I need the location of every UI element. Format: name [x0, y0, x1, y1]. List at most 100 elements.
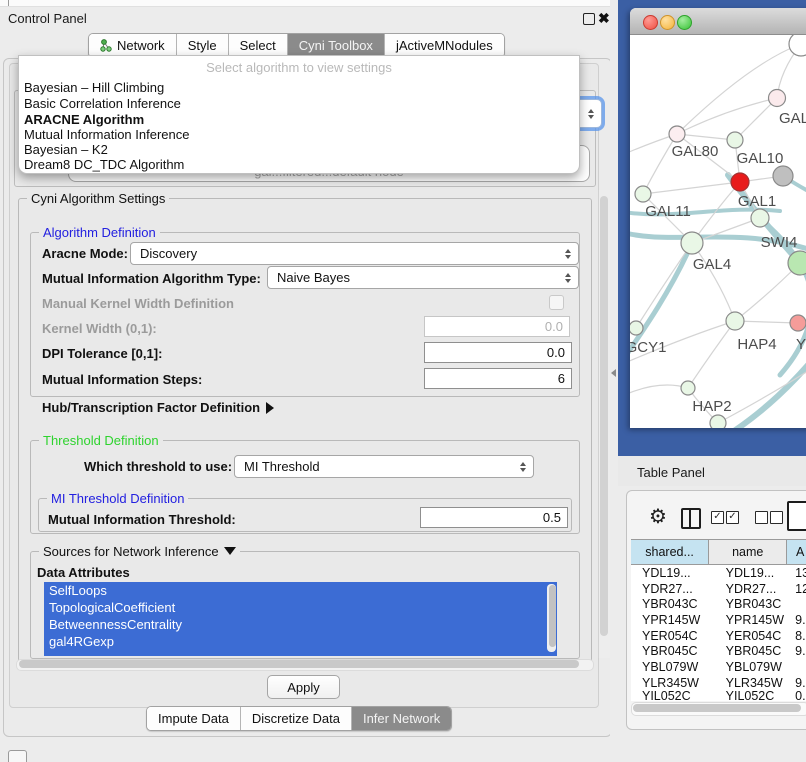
table-row[interactable]: YBR045CYBR045C9.: [631, 643, 806, 659]
tab-style[interactable]: Style: [177, 34, 229, 57]
network-node[interactable]: [681, 232, 703, 254]
combo-stepper-icon: [565, 273, 571, 283]
table-row[interactable]: YLR345WYLR345W9.: [631, 675, 806, 691]
aracne-mode-combobox[interactable]: Discovery: [130, 242, 579, 265]
import-table-icon[interactable]: [787, 501, 806, 531]
cell: YER054C: [631, 628, 712, 644]
network-node[interactable]: [726, 312, 744, 330]
which-threshold-label: Which threshold to use:: [84, 459, 232, 474]
network-node[interactable]: [751, 209, 769, 227]
which-threshold-value: MI Threshold: [244, 459, 320, 474]
unchecked-checkbox-icon[interactable]: [770, 511, 783, 524]
tab-infer-network[interactable]: Infer Network: [352, 707, 451, 730]
table-hscrollbar-thumb[interactable]: [633, 704, 801, 712]
network-node[interactable]: [727, 132, 743, 148]
network-node[interactable]: [630, 321, 643, 335]
algorithm-option-basic-correlation[interactable]: Basic Correlation Inference: [24, 96, 181, 111]
mi-threshold-value: 0.5: [543, 510, 561, 525]
sources-group-title[interactable]: Sources for Network Inference: [39, 544, 240, 559]
collapse-arrow-icon[interactable]: [611, 369, 616, 377]
mi-threshold-field[interactable]: 0.5: [420, 507, 568, 528]
tab-network-label: Network: [117, 38, 165, 53]
network-node[interactable]: [773, 166, 793, 186]
tab-network[interactable]: Network: [89, 34, 177, 57]
network-node[interactable]: [669, 126, 685, 142]
table-row[interactable]: YDR27...YDR27...12: [631, 581, 806, 597]
attributes-scrollbar-thumb[interactable]: [549, 585, 556, 647]
mi-algorithm-type-combobox[interactable]: Naive Bayes: [267, 266, 579, 289]
tab-cyni-toolbox[interactable]: Cyni Toolbox: [288, 34, 385, 57]
column-header-shared-name[interactable]: shared...: [631, 540, 709, 564]
attribute-selfloops[interactable]: SelfLoops: [44, 582, 557, 599]
network-node[interactable]: [789, 35, 806, 56]
column-header-name[interactable]: name: [709, 540, 787, 564]
data-attributes-list[interactable]: SelfLoops TopologicalCoefficient Between…: [44, 582, 557, 656]
close-icon[interactable]: ✖: [598, 10, 610, 27]
settings-hscrollbar-thumb[interactable]: [19, 660, 579, 668]
table-row[interactable]: YDL19...YDL19...13: [631, 565, 806, 581]
data-attributes-label: Data Attributes: [37, 565, 130, 580]
node-label: GAL10: [737, 150, 784, 167]
hub-definition-expander[interactable]: Hub/Transcription Factor Definition: [42, 400, 274, 415]
cell: YLR345W: [631, 675, 712, 691]
checked-checkbox-icon[interactable]: ✓: [711, 511, 724, 524]
cell: YBR043C: [631, 596, 712, 612]
table-row[interactable]: YER054CYER054C8.: [631, 628, 806, 644]
cell: [788, 659, 806, 675]
network-window-titlebar[interactable]: [630, 8, 806, 35]
algorithm-option-aracne[interactable]: ARACNE Algorithm: [24, 112, 144, 127]
attribute-partial-row[interactable]: [44, 650, 557, 656]
table-row[interactable]: YPR145WYPR145W9.: [631, 612, 806, 628]
unchecked-checkbox-icon[interactable]: [755, 511, 768, 524]
algorithm-option-bayesian-k2[interactable]: Bayesian – K2: [24, 142, 108, 157]
attribute-topologicalcoefficient[interactable]: TopologicalCoefficient: [44, 599, 557, 616]
network-canvas[interactable]: GAL GAL80 GAL10 GAL1 GAL11 GAL4 SWI4 HAP…: [630, 35, 806, 428]
network-node[interactable]: [710, 415, 726, 428]
mi-steps-field[interactable]: 6: [424, 368, 572, 389]
gear-icon[interactable]: ⚙: [649, 504, 667, 529]
column-layout-icon[interactable]: [681, 508, 701, 529]
network-node[interactable]: [635, 186, 651, 202]
table-row[interactable]: YBL079WYBL079W: [631, 659, 806, 675]
network-node[interactable]: [681, 381, 695, 395]
chevron-down-icon: [224, 547, 236, 555]
column-header-partial[interactable]: A: [787, 540, 806, 564]
manual-kernel-width-checkbox[interactable]: [549, 295, 564, 310]
control-panel-title: Control Panel: [8, 11, 87, 26]
float-window-icon[interactable]: [583, 13, 595, 25]
panel-divider[interactable]: [610, 0, 618, 762]
table-row[interactable]: YIL052CYIL052C0.: [631, 691, 806, 701]
tab-jactivemnodules[interactable]: jActiveMNodules: [385, 34, 504, 57]
algorithm-option-mutual-information[interactable]: Mutual Information Inference: [24, 127, 189, 142]
tab-impute-data[interactable]: Impute Data: [147, 707, 241, 730]
zoom-traffic-light-icon[interactable]: [677, 15, 692, 30]
which-threshold-combobox[interactable]: MI Threshold: [234, 455, 534, 478]
table-row[interactable]: YBR043CYBR043C: [631, 596, 806, 612]
network-node[interactable]: [790, 315, 806, 331]
attribute-betweennesscentrality[interactable]: BetweennessCentrality: [44, 616, 557, 633]
cell: YDL19...: [631, 565, 712, 581]
tab-select[interactable]: Select: [229, 34, 288, 57]
algorithm-option-bayesian-hill-climbing[interactable]: Bayesian – Hill Climbing: [24, 80, 164, 95]
top-divider-tick: [8, 0, 9, 6]
close-traffic-light-icon[interactable]: [643, 15, 658, 30]
threshold-definition-title: Threshold Definition: [39, 433, 163, 448]
dpi-tolerance-field[interactable]: 0.0: [424, 342, 572, 363]
network-node-selected[interactable]: [731, 173, 749, 191]
apply-button[interactable]: Apply: [267, 675, 340, 699]
aracne-mode-label: Aracne Mode:: [42, 246, 128, 261]
network-node[interactable]: [788, 251, 806, 275]
kernel-width-field[interactable]: 0.0: [424, 316, 570, 337]
node-label: GAL: [779, 110, 806, 127]
algorithm-option-dream8[interactable]: Dream8 DC_TDC Algorithm: [24, 157, 184, 172]
cell: YBL079W: [712, 659, 789, 675]
attribute-gal4rgexp[interactable]: gal4RGexp: [44, 633, 557, 650]
network-node[interactable]: [769, 90, 786, 107]
checked-checkbox-icon[interactable]: ✓: [726, 511, 739, 524]
cell: YPR145W: [712, 612, 789, 628]
minimize-traffic-light-icon[interactable]: [660, 15, 675, 30]
vertical-scrollbar-thumb[interactable]: [600, 196, 608, 636]
mi-algorithm-type-value: Naive Bayes: [277, 270, 350, 285]
tab-discretize-data[interactable]: Discretize Data: [241, 707, 352, 730]
collapsed-panel-icon[interactable]: [8, 750, 27, 762]
